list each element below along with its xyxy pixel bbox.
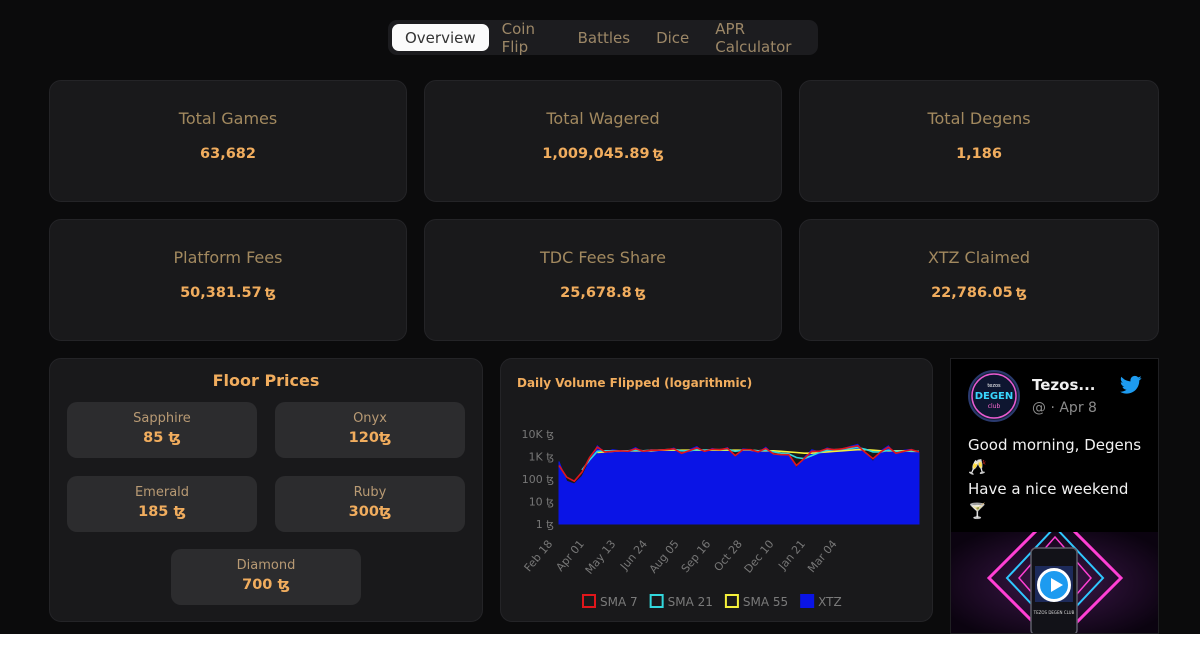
floor-price-diamond: Diamond 700 ꜩ xyxy=(171,549,361,605)
tab-apr-calculator[interactable]: APR Calculator xyxy=(702,20,814,56)
x-tick-label: Oct 28 xyxy=(711,538,744,574)
floor-price-sapphire: Sapphire 85 ꜩ xyxy=(67,402,257,458)
tab-dice[interactable]: Dice xyxy=(643,24,702,51)
twitter-bird-icon[interactable] xyxy=(1120,375,1142,395)
y-tick-label: 1K ꜩ xyxy=(528,451,554,464)
stat-value: 1,186 xyxy=(800,146,1158,162)
svg-text:DEGEN: DEGEN xyxy=(975,391,1014,402)
stat-label: TDC Fees Share xyxy=(540,248,666,267)
volume-chart: 1 ꜩ10 ꜩ100 ꜩ1K ꜩ10K ꜩFeb 18Apr 01May 13 J… xyxy=(521,428,920,609)
x-tick-label: Dec 10 xyxy=(742,538,777,576)
legend-swatch xyxy=(649,594,664,608)
stat-number: 25,678.8 xyxy=(560,285,632,301)
tweet-emoji: 🍸 xyxy=(968,502,987,520)
gem-name: Ruby xyxy=(353,485,387,500)
tweet-author[interactable]: Tezos... xyxy=(1032,376,1095,394)
legend-swatch xyxy=(800,594,815,608)
stat-label: Total Degens xyxy=(927,109,1031,128)
twitter-embed[interactable]: tezos DEGEN club Tezos... @ · Apr 8 Good… xyxy=(950,358,1159,634)
legend-label: SMA 7 xyxy=(600,595,638,609)
stat-card-platform-fees: Platform Fees 50,381.57 ꜩ xyxy=(49,219,407,341)
stat-number: 50,381.57 xyxy=(180,285,262,301)
y-tick-label: 10 ꜩ xyxy=(529,496,554,509)
stat-number: 63,682 xyxy=(200,146,256,162)
floor-prices-panel: Floor Prices Sapphire 85 ꜩ Onyx 120ꜩ Eme… xyxy=(49,358,483,622)
media-caption: TEZOS DEGEN CLUB xyxy=(1033,610,1075,615)
stat-card-total-wagered: Total Wagered 1,009,045.89 ꜩ xyxy=(424,80,782,202)
tweet-line: Have a nice weekend xyxy=(968,480,1129,498)
x-tick-label: Mar 04 xyxy=(805,538,840,576)
tweet-video-thumbnail[interactable]: TEZOS DEGEN CLUB xyxy=(951,532,1158,633)
stat-label: Total Wagered xyxy=(546,109,660,128)
series-xtz-area xyxy=(558,443,920,525)
tez-symbol: ꜩ xyxy=(652,147,664,162)
legend-label: SMA 21 xyxy=(668,595,713,609)
avatar[interactable]: tezos DEGEN club xyxy=(968,370,1020,422)
floor-prices-title: Floor Prices xyxy=(212,371,320,390)
x-tick-label: Feb 18 xyxy=(522,538,556,575)
x-tick-label: Aug 05 xyxy=(647,538,682,576)
tez-symbol: ꜩ xyxy=(264,286,276,301)
tab-coin-flip[interactable]: Coin Flip xyxy=(489,20,565,56)
tab-overview[interactable]: Overview xyxy=(392,24,489,51)
svg-text:club: club xyxy=(988,403,1001,410)
x-tick-label: May 13 xyxy=(583,538,619,577)
stat-card-xtz-claimed: XTZ Claimed 22,786.05 ꜩ xyxy=(799,219,1159,341)
stat-value: 50,381.57 ꜩ xyxy=(50,285,406,301)
gem-name: Sapphire xyxy=(133,411,191,426)
tez-symbol: ꜩ xyxy=(1015,286,1027,301)
x-tick-label: Jan 21 xyxy=(775,538,808,574)
legend-swatch xyxy=(724,594,739,608)
nav-tabs: Overview Coin Flip Battles Dice APR Calc… xyxy=(388,20,818,56)
y-tick-label: 10K ꜩ xyxy=(521,428,554,441)
legend-label: SMA 55 xyxy=(743,595,788,609)
tweet-emoji: 🥂 xyxy=(968,458,987,476)
tez-symbol: ꜩ xyxy=(634,286,646,301)
stat-label: XTZ Claimed xyxy=(928,248,1030,267)
dashboard: Overview Coin Flip Battles Dice APR Calc… xyxy=(0,0,1200,634)
gem-price: 700 ꜩ xyxy=(242,577,290,593)
gem-price: 185 ꜩ xyxy=(138,504,186,520)
stat-value: 25,678.8 ꜩ xyxy=(425,285,781,301)
stat-value: 22,786.05 ꜩ xyxy=(800,285,1158,301)
stat-card-total-games: Total Games 63,682 xyxy=(49,80,407,202)
gem-name: Diamond xyxy=(236,558,296,573)
stat-card-total-degens: Total Degens 1,186 xyxy=(799,80,1159,202)
gem-price: 85 ꜩ xyxy=(143,430,181,446)
tab-battles[interactable]: Battles xyxy=(565,24,643,51)
stat-label: Total Games xyxy=(178,109,278,128)
gem-price: 300ꜩ xyxy=(348,504,392,520)
legend-swatch xyxy=(582,594,596,608)
stat-number: 22,786.05 xyxy=(931,285,1013,301)
svg-text:tezos: tezos xyxy=(987,383,1001,389)
stat-value: 1,009,045.89 ꜩ xyxy=(425,146,781,162)
x-tick-label: Sep 16 xyxy=(679,538,714,576)
stat-value: 63,682 xyxy=(50,146,406,162)
y-tick-label: 1 ꜩ xyxy=(536,518,554,531)
stat-label: Platform Fees xyxy=(173,248,283,267)
tweet-handle[interactable]: @ · Apr 8 xyxy=(1032,400,1097,416)
floor-price-ruby: Ruby 300ꜩ xyxy=(275,476,465,532)
tweet-text: Good morning, Degens 🥂 Have a nice weeke… xyxy=(968,434,1154,522)
stat-number: 1,009,045.89 xyxy=(542,146,650,162)
x-tick-label: Jun 24 xyxy=(617,538,650,574)
floor-price-onyx: Onyx 120ꜩ xyxy=(275,402,465,458)
gem-price: 120ꜩ xyxy=(348,430,392,446)
stat-number: 1,186 xyxy=(956,146,1002,162)
tweet-line: Good morning, Degens xyxy=(968,436,1142,454)
gem-name: Onyx xyxy=(353,411,387,426)
stat-card-tdc-fees-share: TDC Fees Share 25,678.8 ꜩ xyxy=(424,219,782,341)
floor-price-emerald: Emerald 185 ꜩ xyxy=(67,476,257,532)
play-icon[interactable] xyxy=(1037,568,1071,602)
volume-chart-panel: Daily Volume Flipped (logarithmic) 1 ꜩ 10… xyxy=(500,358,933,622)
gem-name: Emerald xyxy=(134,485,190,500)
y-tick-label: 100 ꜩ xyxy=(522,473,554,486)
legend-label: XTZ xyxy=(818,595,842,609)
